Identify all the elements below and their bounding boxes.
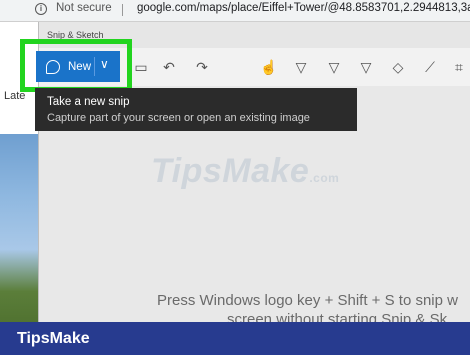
- info-icon[interactable]: i: [35, 3, 47, 15]
- new-button-label: New: [68, 60, 92, 73]
- tooltip-description: Capture part of your screen or open an e…: [47, 112, 310, 124]
- ruler-icon[interactable]: ⟋: [420, 57, 440, 77]
- canvas-hint-line1: Press Windows logo key + Shift + S to sn…: [157, 292, 458, 309]
- ballpoint-pen-icon[interactable]: ▽: [291, 57, 311, 77]
- tooltip-title: Take a new snip: [47, 96, 130, 108]
- frame-icon[interactable]: ▭: [131, 57, 151, 77]
- crop-icon[interactable]: ⌗: [449, 57, 469, 77]
- address-divider: [122, 4, 123, 16]
- highlighter-icon[interactable]: ▽: [356, 57, 376, 77]
- touch-writing-icon[interactable]: ☝: [259, 57, 279, 77]
- url-field[interactable]: google.com/maps/place/Eiffel+Tower/@48.8…: [137, 2, 470, 14]
- security-status: Not secure: [56, 2, 112, 14]
- new-snip-tooltip: Take a new snip Capture part of your scr…: [35, 88, 357, 131]
- chevron-down-icon[interactable]: ∨: [100, 57, 109, 71]
- watermark-suffix: .com: [309, 171, 340, 185]
- snip-icon: [46, 59, 60, 74]
- button-split-divider: [94, 57, 95, 76]
- pencil-icon[interactable]: ▽: [324, 57, 344, 77]
- watermark: TipsMake.com: [151, 152, 339, 191]
- eraser-icon[interactable]: ◇: [388, 57, 408, 77]
- background-photo: [0, 134, 38, 344]
- undo-icon[interactable]: ↶: [159, 57, 179, 77]
- brand-bar: TipsMake: [0, 322, 470, 355]
- watermark-text: TipsMake: [151, 152, 310, 190]
- brand-logo-text: TipsMake: [17, 330, 90, 347]
- new-snip-button[interactable]: New ∨: [36, 51, 120, 82]
- browser-address-bar: i Not secure google.com/maps/place/Eiffe…: [0, 0, 470, 22]
- redo-icon[interactable]: ↷: [192, 57, 212, 77]
